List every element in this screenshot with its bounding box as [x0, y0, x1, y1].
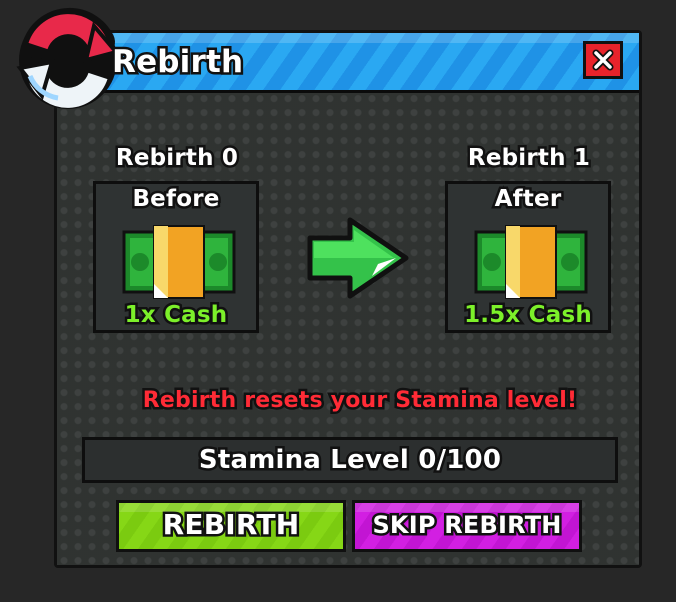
window-title: Rebirth — [109, 42, 245, 83]
stamina-level-bar: Stamina Level 0/100 — [82, 437, 618, 483]
cash-stack-icon — [122, 225, 236, 299]
rebirth-cycle-icon — [16, 7, 120, 109]
after-multiplier: 1.5x Cash — [462, 300, 595, 331]
after-card: After 1.5x Cash — [445, 181, 611, 333]
after-card-label: After — [492, 184, 564, 215]
stamina-level-text: Stamina Level 0/100 — [196, 443, 503, 478]
rebirth-warning-text: Rebirth resets your Stamina level! — [140, 386, 579, 416]
before-card: Before 1x Cash — [93, 181, 259, 333]
close-x-icon — [592, 49, 614, 71]
before-card-label: Before — [130, 184, 222, 215]
cash-stack-icon — [474, 225, 588, 299]
rebirth-after-label: Rebirth 1 — [465, 143, 592, 174]
skip-rebirth-button[interactable]: SKIP REBIRTH — [352, 500, 582, 552]
before-multiplier: 1x Cash — [122, 300, 230, 331]
skip-rebirth-button-label: SKIP REBIRTH — [370, 509, 564, 542]
rebirth-button[interactable]: REBIRTH — [116, 500, 346, 552]
rebirth-button-label: REBIRTH — [160, 506, 301, 544]
close-button[interactable] — [583, 41, 623, 79]
arrow-right-icon — [307, 217, 409, 299]
rebirth-before-label: Rebirth 0 — [113, 143, 240, 174]
